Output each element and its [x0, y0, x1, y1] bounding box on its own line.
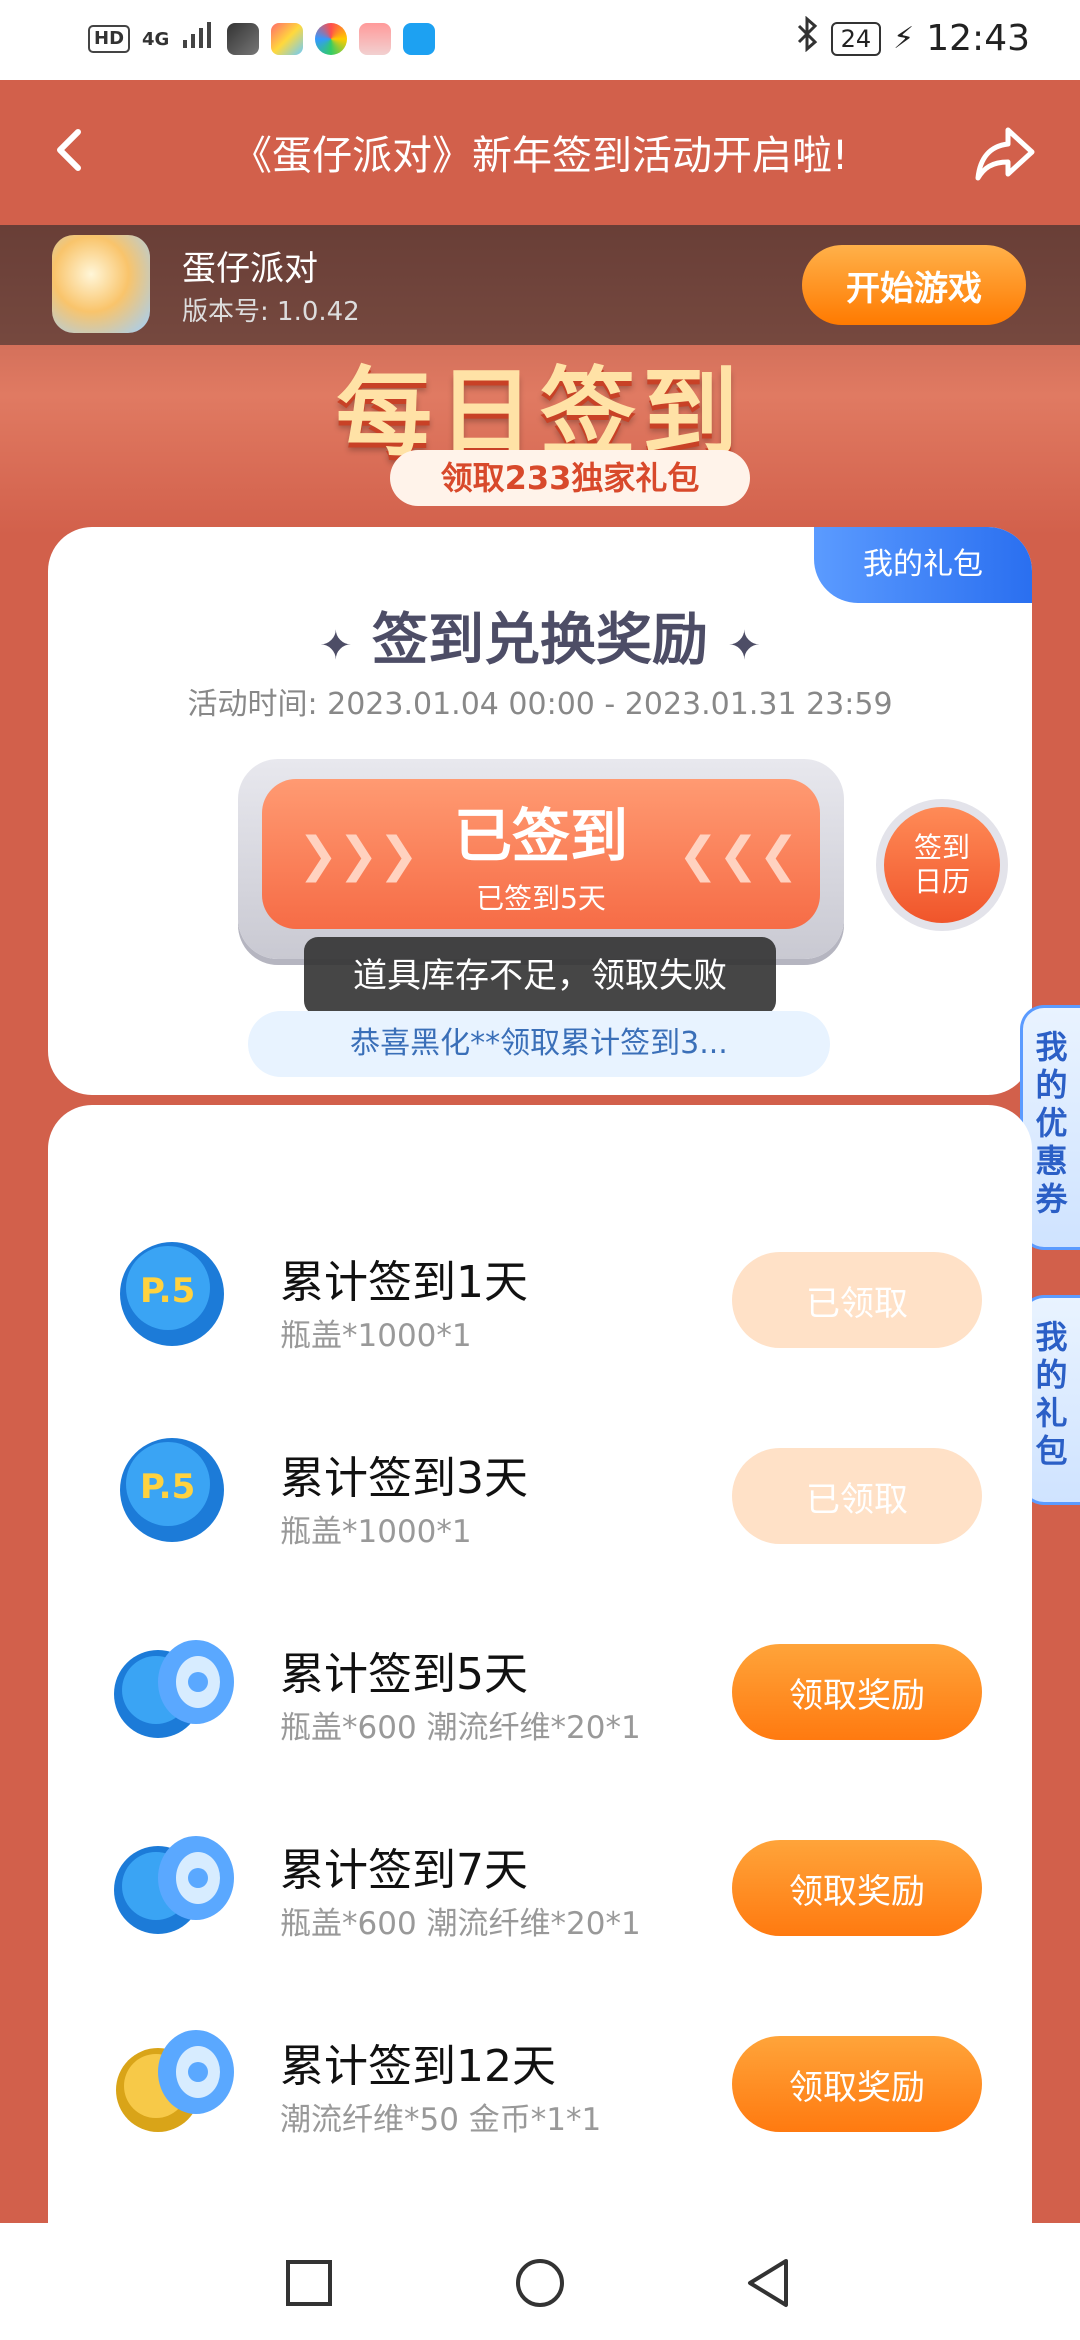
game-name: 蛋仔派对	[182, 249, 318, 289]
sparkle-icon: ✦	[727, 623, 762, 669]
event-banner: 蛋仔派对 版本号: 1.0.42 开始游戏 每日签到 领取233独家礼包	[0, 225, 1080, 535]
reward-title: 累计签到1天	[280, 1257, 528, 1308]
my-gift-tab[interactable]: 我的礼包	[814, 527, 1032, 603]
claim-reward-button[interactable]: 领取奖励	[732, 1644, 982, 1740]
share-icon[interactable]	[970, 118, 1040, 188]
cap-and-fiber-icon	[110, 1624, 240, 1754]
claimed-button[interactable]: 已领取	[732, 1448, 982, 1544]
charging-icon: ⚡	[893, 21, 915, 56]
my-coupons-label: 我的优惠券	[1035, 1028, 1068, 1218]
reward-detail: 瓶盖*1000*1	[280, 1514, 472, 1550]
bottle-cap-icon: P.5	[110, 1232, 240, 1362]
back-nav-icon[interactable]	[744, 2257, 792, 2313]
system-nav-bar	[0, 2223, 1080, 2340]
reward-detail: 瓶盖*1000*1	[280, 1318, 472, 1354]
clock: 12:43	[926, 18, 1030, 59]
game-version: 版本号: 1.0.42	[182, 297, 360, 327]
signed-days: 已签到5天	[476, 882, 606, 915]
app-header: 《蛋仔派对》新年签到活动开启啦!	[0, 80, 1080, 225]
sparkle-icon: ✦	[318, 623, 353, 669]
list-item: P.5 累计签到1天 瓶盖*1000*1 已领取	[48, 1210, 1032, 1406]
recent-apps-icon[interactable]	[285, 2259, 333, 2311]
game-logo[interactable]	[52, 235, 150, 333]
toast-message: 道具库存不足，领取失败	[304, 937, 776, 1015]
reward-list: P.5 累计签到1天 瓶盖*1000*1 已领取 P.5 累计签到3天 瓶盖*1…	[48, 1105, 1032, 2223]
svg-text:P.5: P.5	[140, 1271, 195, 1311]
hd-indicator: HD	[88, 25, 131, 53]
signed-label: 已签到	[453, 802, 628, 870]
reward-detail: 瓶盖*600 潮流纤维*20*1	[280, 1906, 641, 1942]
activity-time: 活动时间: 2023.01.04 00:00 - 2023.01.31 23:5…	[187, 687, 893, 722]
calendar-label: 签到 日历	[913, 831, 970, 898]
checkin-title: 签到兑换奖励	[372, 608, 708, 673]
bluetooth-icon	[795, 15, 819, 61]
reward-title: 累计签到12天	[280, 2041, 556, 2092]
search-app-icon	[403, 23, 436, 55]
bottle-cap-icon: P.5	[110, 1428, 240, 1558]
app-notification-icon	[227, 23, 260, 55]
claimed-button[interactable]: 已领取	[732, 1252, 982, 1348]
app-notification-icon	[271, 23, 304, 55]
status-bar: HD 4G 24 ⚡ 12:43	[0, 0, 1080, 80]
reward-title: 累计签到5天	[280, 1649, 528, 1700]
my-gifts-label: 我的礼包	[1035, 1318, 1068, 1470]
claim-reward-button[interactable]: 领取奖励	[732, 1840, 982, 1936]
reward-detail: 瓶盖*600 潮流纤维*20*1	[280, 1710, 641, 1746]
coin-and-fiber-icon	[110, 2016, 240, 2146]
reward-title: 累计签到7天	[280, 1845, 528, 1896]
app-notification-icon	[359, 23, 392, 55]
cap-and-fiber-icon	[110, 1820, 240, 1950]
page-title: 《蛋仔派对》新年签到活动开启啦!	[231, 133, 849, 179]
reward-title: 累计签到3天	[280, 1453, 528, 1504]
network-indicator: 4G	[142, 28, 170, 50]
list-item: 累计签到5天 瓶盖*600 潮流纤维*20*1 领取奖励	[48, 1602, 1032, 1798]
claim-reward-button[interactable]: 领取奖励	[732, 2036, 982, 2132]
svg-text:P.5: P.5	[140, 1467, 195, 1507]
winner-marquee: 恭喜黑化**领取累计签到3...	[248, 1011, 830, 1077]
checkin-calendar-button[interactable]: 签到 日历	[876, 799, 1008, 931]
signal-icon	[181, 22, 215, 56]
start-game-button[interactable]: 开始游戏	[802, 245, 1026, 325]
reward-detail: 潮流纤维*50 金币*1*1	[280, 2102, 602, 2138]
list-item: 累计签到7天 瓶盖*600 潮流纤维*20*1 领取奖励	[48, 1798, 1032, 1994]
app-notification-icon	[315, 23, 348, 55]
checkin-title-wrap: ✦ 签到兑换奖励 ✦	[48, 595, 1032, 676]
battery-indicator: 24	[830, 21, 882, 56]
status-right: 24 ⚡ 12:43	[795, 15, 1030, 61]
banner-subtitle: 领取233独家礼包	[390, 450, 750, 506]
home-icon[interactable]	[514, 2257, 566, 2313]
list-item: P.5 累计签到3天 瓶盖*1000*1 已领取	[48, 1406, 1032, 1602]
list-item: 累计签到12天 潮流纤维*50 金币*1*1 领取奖励	[48, 1994, 1032, 2190]
status-left: HD 4G	[88, 22, 436, 56]
